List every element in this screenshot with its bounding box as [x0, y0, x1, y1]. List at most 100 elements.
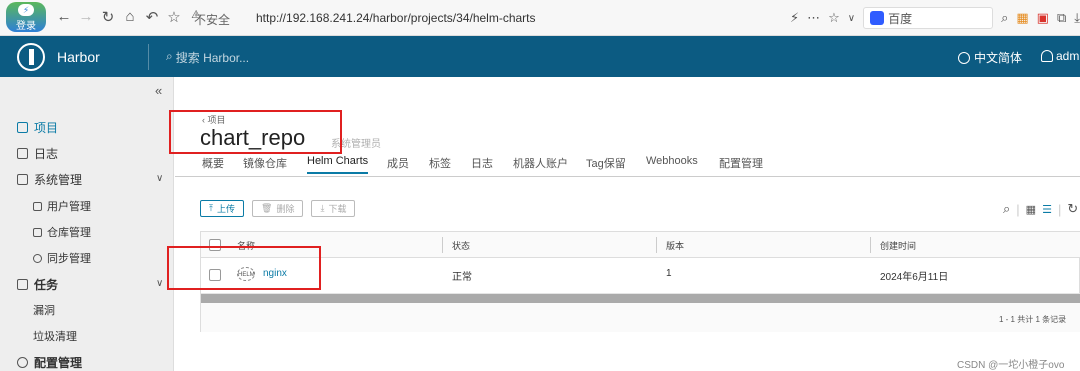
- chart-status: 正常: [452, 272, 472, 283]
- chevron-down-icon[interactable]: ∨: [156, 173, 163, 184]
- sidebar-item-label: 任务: [34, 278, 59, 292]
- sidebar-item-label: 同步管理: [47, 253, 91, 265]
- sidebar-item-logs[interactable]: 日志: [17, 145, 58, 162]
- divider: |: [1057, 201, 1062, 217]
- sidebar-item-tasks[interactable]: 任务: [17, 276, 58, 293]
- share-icon[interactable]: ⋯: [807, 10, 820, 26]
- table-row[interactable]: HELM nginx 正常 1 2024年6月11日: [201, 258, 1080, 294]
- user-icon: [1041, 50, 1053, 62]
- sidebar-item-projects[interactable]: 项目: [17, 119, 58, 136]
- upload-button[interactable]: ⤒ 上传: [200, 200, 244, 217]
- reload-icon[interactable]: ↻: [99, 8, 117, 26]
- highlight-project-title: [169, 110, 342, 154]
- flash-icon[interactable]: ⚡: [790, 10, 799, 26]
- project-tabs: 概要 镜像仓库 Helm Charts 成员 标签 日志 机器人账户 Tag保留…: [175, 151, 1080, 177]
- pagination-summary: 1 - 1 共计 1 条记录: [999, 315, 1067, 324]
- column-header-status[interactable]: 状态: [452, 239, 470, 252]
- search-icon: ⌕: [166, 49, 173, 63]
- tab-summary[interactable]: 概要: [202, 155, 224, 171]
- search-placeholder: 搜索 Harbor...: [175, 51, 250, 65]
- tab-repositories[interactable]: 镜像仓库: [243, 155, 287, 171]
- upload-icon: ⤒: [209, 203, 213, 213]
- language-label: 中文简体: [974, 51, 1023, 65]
- collapse-sidebar-icon[interactable]: «: [155, 83, 162, 98]
- column-divider: [442, 237, 443, 253]
- cloud-icon: [33, 253, 42, 263]
- tab-labels[interactable]: 标签: [429, 155, 451, 171]
- tab-logs[interactable]: 日志: [471, 155, 493, 171]
- divider: |: [1016, 201, 1020, 217]
- login-button[interactable]: ⚡ 登录: [6, 2, 46, 32]
- star-icon[interactable]: ☆: [828, 10, 840, 26]
- tab-tag-retention[interactable]: Tag保留: [586, 155, 626, 171]
- bookmark-star-icon[interactable]: ☆: [165, 8, 183, 26]
- globe-icon: [958, 51, 970, 64]
- column-divider: [870, 237, 871, 253]
- log-icon: [17, 148, 28, 159]
- highlight-chart-row: [167, 246, 321, 290]
- user-menu[interactable]: admin: [1041, 49, 1080, 63]
- column-header-version[interactable]: 版本: [666, 239, 684, 252]
- users-icon: [33, 201, 42, 211]
- watermark: CSDN @一坨小橙子ovo: [957, 360, 1065, 371]
- card-view-icon[interactable]: ▦: [1026, 203, 1036, 216]
- tab-webhooks[interactable]: Webhooks: [646, 155, 698, 167]
- chart-table: 名称 状态 版本 创建时间 HELM nginx 正常 1 2024年6月11日…: [200, 231, 1080, 332]
- delete-button[interactable]: 🗑 删除: [252, 200, 304, 217]
- browser-toolbar: ⚡ 登录 ← → ↻ ⌂ ↶ ☆ ⚠ 不安全 http://192.168.24…: [0, 0, 1080, 36]
- sidebar-item-config[interactable]: 配置管理: [17, 354, 82, 371]
- apps-icon[interactable]: ▦: [1016, 10, 1028, 26]
- download-button[interactable]: ⤓ 下载: [311, 200, 356, 217]
- upload-label: 上传: [216, 204, 235, 214]
- download-icon: ⤓: [320, 203, 325, 213]
- sidebar: « 项目 日志 系统管理 ∨ 用户管理 仓库管理 同步管理 任务 ∨ 漏洞 垃圾…: [0, 77, 174, 371]
- search-engine-box[interactable]: 百度: [863, 7, 994, 29]
- crop-icon[interactable]: ⧉: [1057, 10, 1066, 26]
- tab-robot-accounts[interactable]: 机器人账户: [513, 155, 568, 171]
- chevron-down-icon[interactable]: ∨: [156, 278, 163, 289]
- download-icon[interactable]: ⤓: [1074, 10, 1080, 26]
- baidu-icon: [870, 11, 885, 25]
- sidebar-item-admin[interactable]: 系统管理: [17, 171, 82, 188]
- projects-icon: [17, 122, 28, 133]
- search-icon[interactable]: ⌕: [1003, 201, 1010, 217]
- admin-icon: [17, 174, 28, 185]
- gear-icon: [17, 357, 28, 368]
- global-search[interactable]: ⌕ 搜索 Harbor...: [166, 49, 249, 66]
- home-icon[interactable]: ⌂: [121, 8, 139, 26]
- sidebar-item-replications[interactable]: 同步管理: [33, 250, 91, 266]
- sidebar-item-users[interactable]: 用户管理: [33, 198, 91, 214]
- delete-label: 删除: [276, 204, 295, 214]
- tasks-icon: [17, 279, 28, 290]
- tab-members[interactable]: 成员: [387, 155, 409, 171]
- horizontal-scrollbar[interactable]: [201, 294, 1080, 303]
- app-header: Harbor ⌕ 搜索 Harbor... 中文简体 admin: [0, 36, 1080, 77]
- trash-icon: 🗑: [261, 203, 273, 213]
- address-bar[interactable]: http://192.168.241.24/harbor/projects/34…: [256, 11, 536, 25]
- back-icon[interactable]: ←: [55, 8, 73, 26]
- table-footer: 1 - 1 共计 1 条记录: [201, 303, 1080, 332]
- tab-helm-charts[interactable]: Helm Charts: [307, 155, 369, 174]
- harbor-logo-icon[interactable]: [17, 43, 45, 71]
- sidebar-item-label: 仓库管理: [47, 227, 91, 239]
- chevron-down-icon[interactable]: ∨: [848, 13, 855, 24]
- sidebar-item-label: 日志: [34, 147, 59, 161]
- cube-icon: [33, 227, 42, 237]
- username: admin: [1056, 49, 1080, 63]
- search-icon[interactable]: ⌕: [1001, 10, 1008, 26]
- sidebar-item-vulnerability[interactable]: 漏洞: [33, 302, 55, 318]
- sidebar-item-gc[interactable]: 垃圾清理: [33, 328, 77, 344]
- refresh-icon[interactable]: ↻: [1067, 201, 1078, 217]
- list-view-icon[interactable]: ☰: [1042, 203, 1052, 216]
- undo-icon[interactable]: ↶: [143, 8, 161, 26]
- tab-configuration[interactable]: 配置管理: [719, 155, 763, 171]
- forward-icon[interactable]: →: [77, 8, 95, 26]
- pdf-icon[interactable]: ▣: [1037, 10, 1049, 26]
- sidebar-item-label: 项目: [34, 121, 59, 135]
- brand-name[interactable]: Harbor: [57, 49, 100, 65]
- sidebar-item-registries[interactable]: 仓库管理: [33, 224, 91, 240]
- chart-version: 1: [666, 268, 672, 279]
- insecure-label: 不安全: [194, 13, 231, 27]
- column-header-created[interactable]: 创建时间: [880, 239, 916, 252]
- language-switcher[interactable]: 中文简体: [958, 49, 1022, 66]
